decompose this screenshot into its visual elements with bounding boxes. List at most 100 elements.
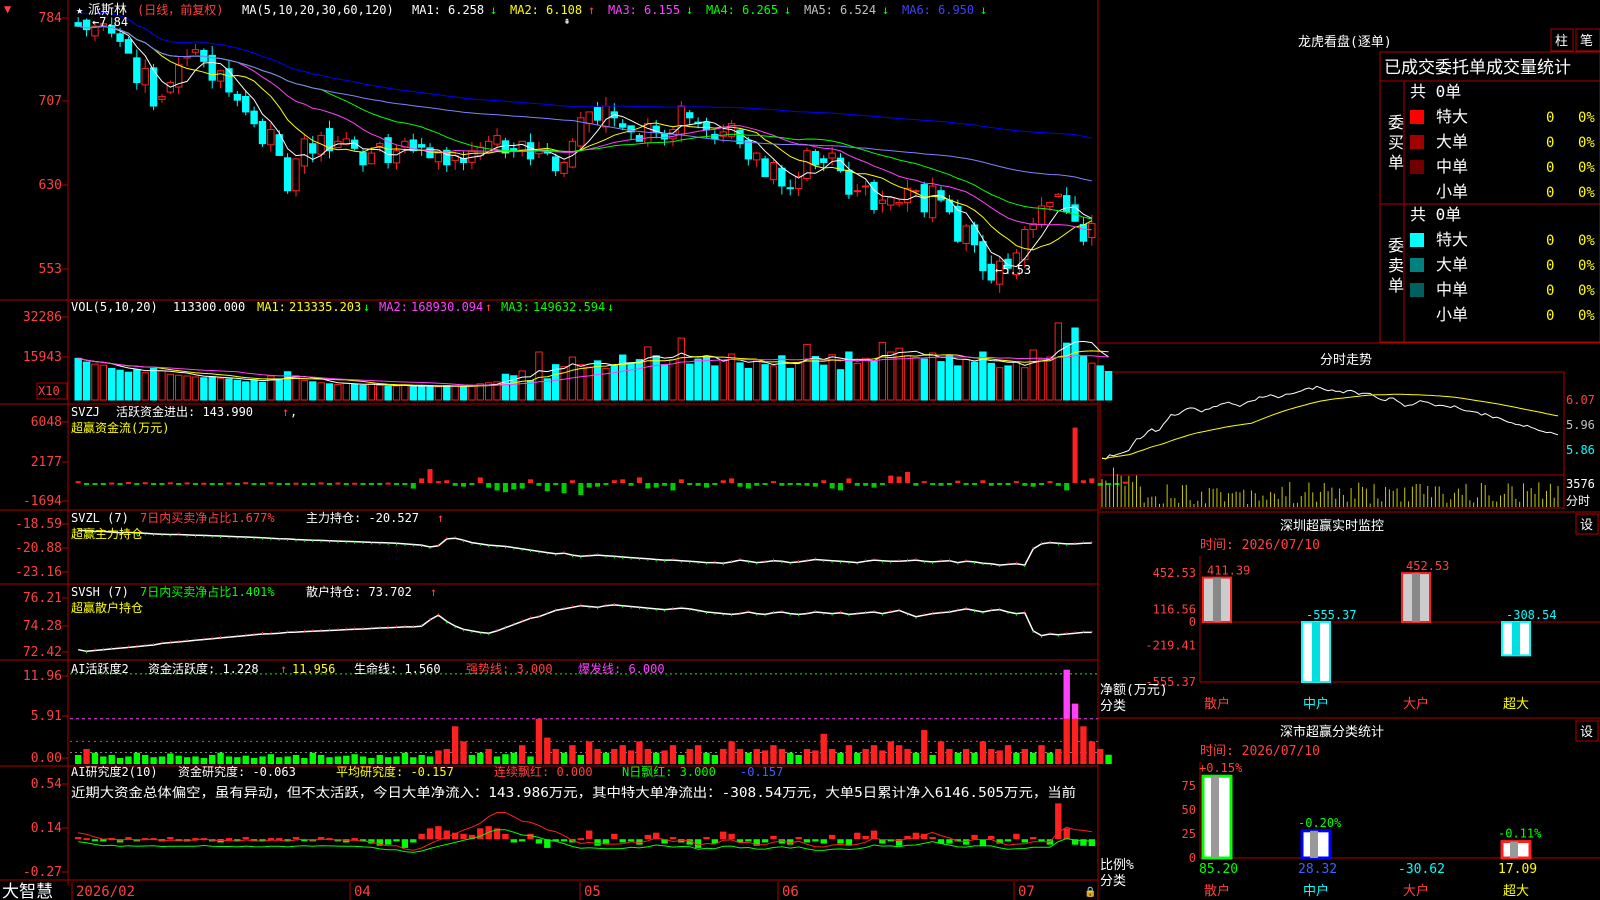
flow-bar [787, 483, 793, 485]
volume-bar [401, 384, 409, 401]
flow-bar [84, 483, 90, 485]
candle [283, 157, 292, 192]
research-bar [979, 839, 987, 846]
ai-bar [929, 754, 936, 764]
candle [945, 199, 954, 213]
candle [300, 138, 309, 167]
favorite-star-icon[interactable]: ★ [76, 3, 83, 17]
research-bar [720, 831, 727, 840]
flow-bar [997, 483, 1003, 485]
flow-bar [176, 483, 182, 485]
volume-bar [585, 366, 593, 401]
ai-bar [158, 756, 166, 764]
candle [769, 161, 778, 181]
ma-legend-arrow: ↓ [686, 3, 693, 17]
ai-bar [292, 754, 300, 764]
ai-bar [200, 757, 208, 764]
volume-bar [828, 354, 836, 401]
flow-bar [326, 483, 333, 485]
volume-bar [803, 343, 811, 401]
intraday-vol-label: 分时 [1566, 494, 1590, 508]
volume-bar [183, 375, 191, 401]
ai-bar [770, 745, 777, 764]
y-tick-label: 0.54 [31, 777, 62, 792]
flow-bar [528, 479, 534, 483]
ai-bar [234, 757, 241, 764]
y-tick-label: -23.16 [15, 565, 62, 580]
lhb-row-pct: 0% [1578, 233, 1595, 249]
volume-bar [794, 362, 803, 401]
y-tick-label: -20.88 [15, 541, 62, 556]
ai-bar [711, 754, 719, 764]
ai-bar [225, 756, 233, 764]
flow-bar [234, 483, 240, 485]
monitor-value-label: -555.37 [1306, 608, 1357, 622]
research-bar [535, 839, 543, 844]
lock-icon[interactable]: 🔒 [1084, 886, 1096, 898]
monitor-value-label: -308.54 [1506, 608, 1557, 622]
classify-value-label: -30.62 [1398, 862, 1445, 877]
candle [602, 105, 610, 128]
classify-value-label: 17.09 [1498, 862, 1537, 877]
lhb-subtitle: 已成交委托单成交量统计 [1384, 58, 1571, 78]
flow-bar [837, 483, 844, 491]
ma-legend-label: MA4: [706, 3, 735, 17]
flow-bar [972, 483, 978, 485]
ai-bar [803, 748, 811, 764]
vol-unit: X10 [38, 384, 60, 398]
lhb-row-pct: 0% [1578, 283, 1595, 299]
ma-legend-arrow: ↓ [784, 3, 791, 17]
ai-bar [527, 756, 534, 764]
ai-bar [795, 754, 802, 764]
volume-bar [1079, 355, 1088, 401]
monitor-y-tick: 0 [1189, 615, 1196, 629]
ai-bar [301, 757, 308, 764]
ai-bar [343, 755, 350, 764]
menu-marker-icon[interactable]: ▼ [4, 2, 12, 16]
volume-bar [711, 365, 719, 401]
volume-bar [727, 353, 736, 401]
research-bar [393, 839, 400, 842]
svzj-comma: , [290, 405, 297, 419]
ma-legend-arrow: ↓ [882, 3, 889, 17]
flow-bar [285, 483, 291, 485]
volume-bar [1004, 365, 1012, 401]
intraday-vol: 3576 [1566, 477, 1595, 491]
y-tick-label: 630 [39, 178, 62, 193]
ai-bar [636, 741, 643, 764]
research-bar [586, 830, 593, 840]
ai-bar [259, 756, 266, 764]
research-bar [242, 837, 249, 840]
svsh-title: SVSH (7) [71, 585, 129, 599]
brand-logo: 大智慧 [2, 882, 53, 900]
research-bar [703, 837, 710, 840]
research-bar [946, 839, 953, 844]
ai-bar [284, 756, 291, 764]
air-r3: 连续飘红: 0.000 [494, 764, 593, 779]
flow-bar [905, 471, 911, 483]
ai-bar [602, 752, 610, 764]
flow-bar [796, 483, 802, 485]
lhb-side-char: 卖 [1388, 256, 1404, 275]
flow-bar [888, 475, 894, 483]
volume-bar [719, 359, 727, 401]
research-bar [669, 837, 677, 840]
volume-bar [937, 361, 945, 401]
ai-bar [1088, 741, 1095, 764]
flow-bar [636, 477, 642, 483]
y-tick-label: -0.27 [23, 865, 62, 880]
research-bar [426, 828, 434, 840]
candle [124, 39, 133, 54]
ai-bar [921, 730, 928, 764]
volume-bar [694, 358, 702, 401]
research-bar [728, 833, 735, 840]
volume-bar [644, 346, 652, 401]
candle [593, 107, 602, 121]
svzj-title: SVZJ [71, 405, 100, 419]
ma-legend-value: 6.524 [840, 3, 876, 17]
volume-bar [225, 378, 233, 401]
lhb-row-pct: 0% [1578, 110, 1595, 126]
volume-bar [761, 364, 769, 401]
lhb-row-name: 特大 [1436, 230, 1468, 249]
flow-bar [561, 483, 567, 494]
